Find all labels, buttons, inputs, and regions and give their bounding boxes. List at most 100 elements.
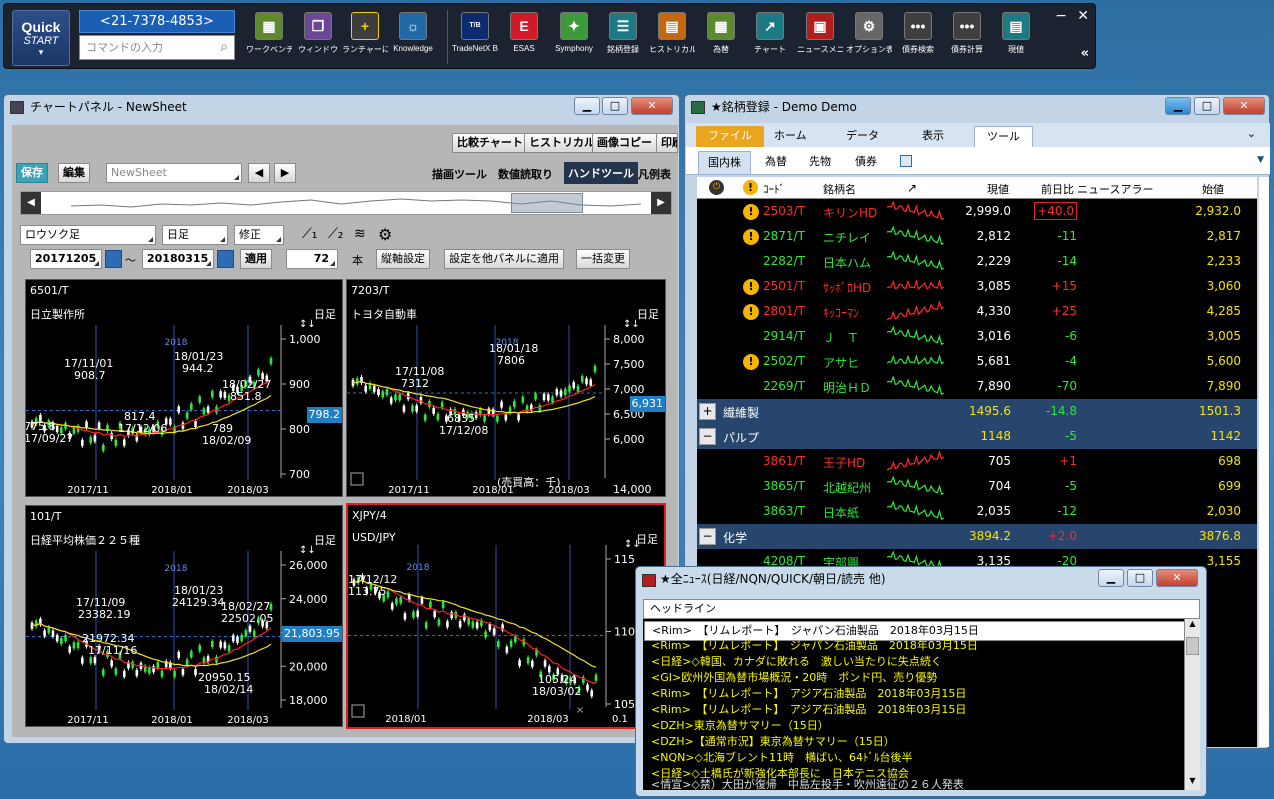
next-icon[interactable]: ▶ — [274, 163, 296, 183]
stock-row[interactable]: ! 2871/T ニチレイ 2,812 -11 2,817 — [697, 224, 1257, 249]
scroll-down-icon[interactable]: ▼ — [1186, 776, 1199, 790]
bar-count-input[interactable]: 72 — [286, 249, 338, 269]
chart-type-select[interactable]: ロウソク足 — [20, 225, 156, 245]
sheet-icon[interactable] — [900, 155, 912, 167]
news-headline[interactable]: <Rim> 【リムレポート】 アジア石油製品 2018年03月15日 — [651, 685, 966, 701]
ribbon-tab-file[interactable]: ファイル — [696, 126, 764, 147]
collapse-icon[interactable]: « — [1081, 46, 1089, 61]
news-headline[interactable]: <Rim> 【リムレポート】 アジア石油製品 2018年03月15日 — [651, 701, 966, 717]
calendar-from-icon[interactable] — [105, 250, 122, 268]
tab-forex[interactable]: 為替 — [756, 151, 796, 174]
stock-row[interactable]: ! 2801/T ｷｯｺｰﾏﾝ 4,330 +25 4,285 — [697, 299, 1257, 324]
draw-tool[interactable]: 描画ツール — [432, 166, 487, 182]
chart-button[interactable]: ↗ チャート — [747, 12, 793, 55]
sector-row[interactable]: − 化学 3894.2 +2.0 3876.8 — [697, 524, 1257, 549]
save-button[interactable]: 保存 — [16, 163, 48, 183]
date-from-input[interactable]: 20171205 — [30, 249, 102, 269]
tab-domestic-stock[interactable]: 国内株 — [698, 151, 751, 174]
scroll-up-icon[interactable]: ▲ — [1186, 619, 1199, 633]
warning-icon[interactable]: ! — [743, 229, 759, 245]
print-button[interactable]: 印刷 — [656, 133, 678, 153]
col-change[interactable]: 前日比 — [1041, 181, 1074, 197]
news-headline[interactable]: <情宣>◇禁）大田が復帰 中島左投手・吹州遠征の２６人発表 — [651, 776, 964, 792]
value-read-tool[interactable]: 数値読取り — [498, 166, 553, 182]
ribbon-tab-home[interactable]: ホーム — [762, 126, 819, 147]
sector-row[interactable]: − パルプ 1148 -5 1142 — [697, 424, 1257, 449]
bulk-change-button[interactable]: 一括変更 — [576, 249, 630, 269]
headline-column[interactable]: ヘッドライン — [643, 599, 1200, 619]
minimize-button[interactable]: ▁ — [574, 97, 600, 115]
dropdown-icon[interactable]: ▼ — [1257, 155, 1264, 165]
workbench-button[interactable]: ▦ ワークベンチ — [246, 12, 292, 55]
scroll-thumb[interactable] — [1186, 637, 1199, 655]
sheet-name-select[interactable]: NewSheet — [106, 163, 242, 183]
stock-row[interactable]: ! 2503/T キリンHD 2,999.0 +40.0 2,932.0 — [697, 199, 1257, 224]
bond-search-button[interactable]: ••• 債券検索 — [895, 12, 941, 55]
stock-row[interactable]: 2282/T 日本ハム 2,229 -14 2,233 — [697, 249, 1257, 274]
period-select[interactable]: 日足 — [162, 225, 228, 245]
warning-icon[interactable]: ! — [743, 304, 759, 320]
stock-row[interactable]: ! 2501/T ｻｯﾎﾟﾛHD 3,085 +15 3,060 — [697, 274, 1257, 299]
esas-button[interactable]: E ESAS — [501, 12, 547, 53]
compare-chart-button[interactable]: 比較チャート — [452, 133, 528, 153]
knowledge-button[interactable]: ☼ Knowledge — [390, 12, 436, 53]
close-button[interactable]: ✕ — [1156, 569, 1198, 587]
legend-tool[interactable]: 凡例表 — [638, 166, 671, 182]
overview-range-handle[interactable] — [511, 193, 583, 213]
historical-button[interactable]: ▤ ヒストリカル — [649, 12, 695, 55]
symphony-button[interactable]: ✦ Symphony — [551, 12, 597, 53]
news-headline[interactable]: <日経>◇韓国、カナダに敗れる 激しい当たりに失点続く — [651, 653, 942, 669]
adjust-select[interactable]: 修正 — [234, 225, 284, 245]
stock-row[interactable]: 3863/T 日本紙 2,035 -12 2,030 — [697, 499, 1257, 524]
option-table-button[interactable]: ⚙ オプション表 — [846, 12, 892, 55]
news-headline[interactable]: <Rim> 【リムレポート】 ジャパン石油製品 2018年03月15日 — [651, 637, 978, 653]
warning-icon[interactable]: ! — [743, 204, 759, 220]
search-icon[interactable]: ⌕ — [220, 36, 228, 59]
minimize-button[interactable]: ▁ — [1098, 569, 1124, 587]
grid-scroll-gutter[interactable] — [1259, 177, 1269, 747]
subchart-hitachi[interactable]: 6501/T 日立製作所 日足 1,000 900 800 700 ↕↓ 2017/11 2… — [25, 279, 343, 497]
image-copy-button[interactable]: 画像コピー — [592, 133, 657, 153]
historical-chart-button[interactable]: ヒストリカル — [524, 133, 600, 153]
news-headline[interactable]: <NQN>◇北海ブレント11時 横ばい、64ﾄﾞﾙ台後半 — [651, 749, 913, 765]
tradenetx-button[interactable]: T/BTradeNetX Buy — [452, 12, 498, 53]
stock-row[interactable]: 2269/T 明治ＨＤ 7,890 -70 7,890 — [697, 374, 1257, 399]
add-launcher-button[interactable]: +ランチャーに追加 — [342, 12, 388, 55]
news-headline[interactable]: <DZH>【通常市況】東京為替サマリー（15日） — [651, 733, 895, 749]
brand-register-button[interactable]: ☰ 銘柄登録 — [600, 12, 646, 55]
command-input[interactable]: コマンドの入力 ⌕ — [79, 35, 235, 60]
date-to-input[interactable]: 20180315 — [142, 249, 214, 269]
sector-row[interactable]: + 繊維製 1495.6 -14.8 1501.3 — [697, 399, 1257, 424]
ribbon-tab-data[interactable]: データ — [834, 126, 891, 147]
trend-tool-1-icon[interactable]: ⟋₁ — [302, 226, 317, 242]
apply-other-button[interactable]: 設定を他パネルに適用 — [444, 249, 564, 269]
news-headline[interactable]: <DZH>東京為替サマリー（15日） — [651, 717, 829, 733]
prev-icon[interactable]: ◀ — [248, 163, 270, 183]
stock-row[interactable]: ! 2502/T アサヒ 5,681 -4 5,600 — [697, 349, 1257, 374]
subchart-usdjpy[interactable]: XJPY/4 USD/JPY 日足 115 110 105 ↕↓ 2018/01 2018… — [346, 503, 666, 729]
trend-tool-2-icon[interactable]: ⟋₂ — [328, 226, 343, 242]
col-news-alert[interactable]: ニュースアラー — [1077, 181, 1153, 197]
tab-bonds[interactable]: 債券 — [846, 151, 886, 174]
subchart-nikkei[interactable]: 101/T 日経平均株価２２５種 日足 26,00024,00022,00020… — [25, 505, 343, 727]
calendar-to-icon[interactable] — [217, 250, 234, 268]
news-menu-button[interactable]: ▣ニュースメニュ — [797, 12, 843, 55]
ribbon-tab-tool[interactable]: ツール — [974, 126, 1033, 147]
current-price-button[interactable]: ▤ 現値 — [993, 12, 1039, 55]
minimize-icon[interactable]: − — [1055, 8, 1067, 24]
phone-number[interactable]: <21-7378-4853> — [79, 10, 235, 33]
hand-tool[interactable]: ハンドツール — [564, 162, 638, 184]
expand-icon[interactable]: + — [699, 403, 716, 420]
tab-futures[interactable]: 先物 — [800, 151, 840, 174]
close-button[interactable]: ✕ — [631, 97, 673, 115]
gear-icon[interactable]: ⚙ — [378, 225, 392, 244]
overview-scroller[interactable]: ◀ ▶ — [20, 191, 672, 215]
quickstart-button[interactable]: Quick START ▾ — [12, 10, 70, 66]
forex-button[interactable]: ▦ 為替 — [698, 12, 744, 55]
scroll-left-icon[interactable]: ◀ — [21, 192, 41, 214]
news-list[interactable]: ヘッドライン <Rim> 【リムレポート】 ジャパン石油製品 2018年03月1… — [643, 599, 1200, 792]
edit-button[interactable]: 編集 — [58, 163, 90, 183]
collapse-icon[interactable]: − — [699, 528, 716, 545]
minimize-button[interactable]: ▁ — [1165, 97, 1191, 115]
maximize-button[interactable]: □ — [1194, 97, 1220, 115]
